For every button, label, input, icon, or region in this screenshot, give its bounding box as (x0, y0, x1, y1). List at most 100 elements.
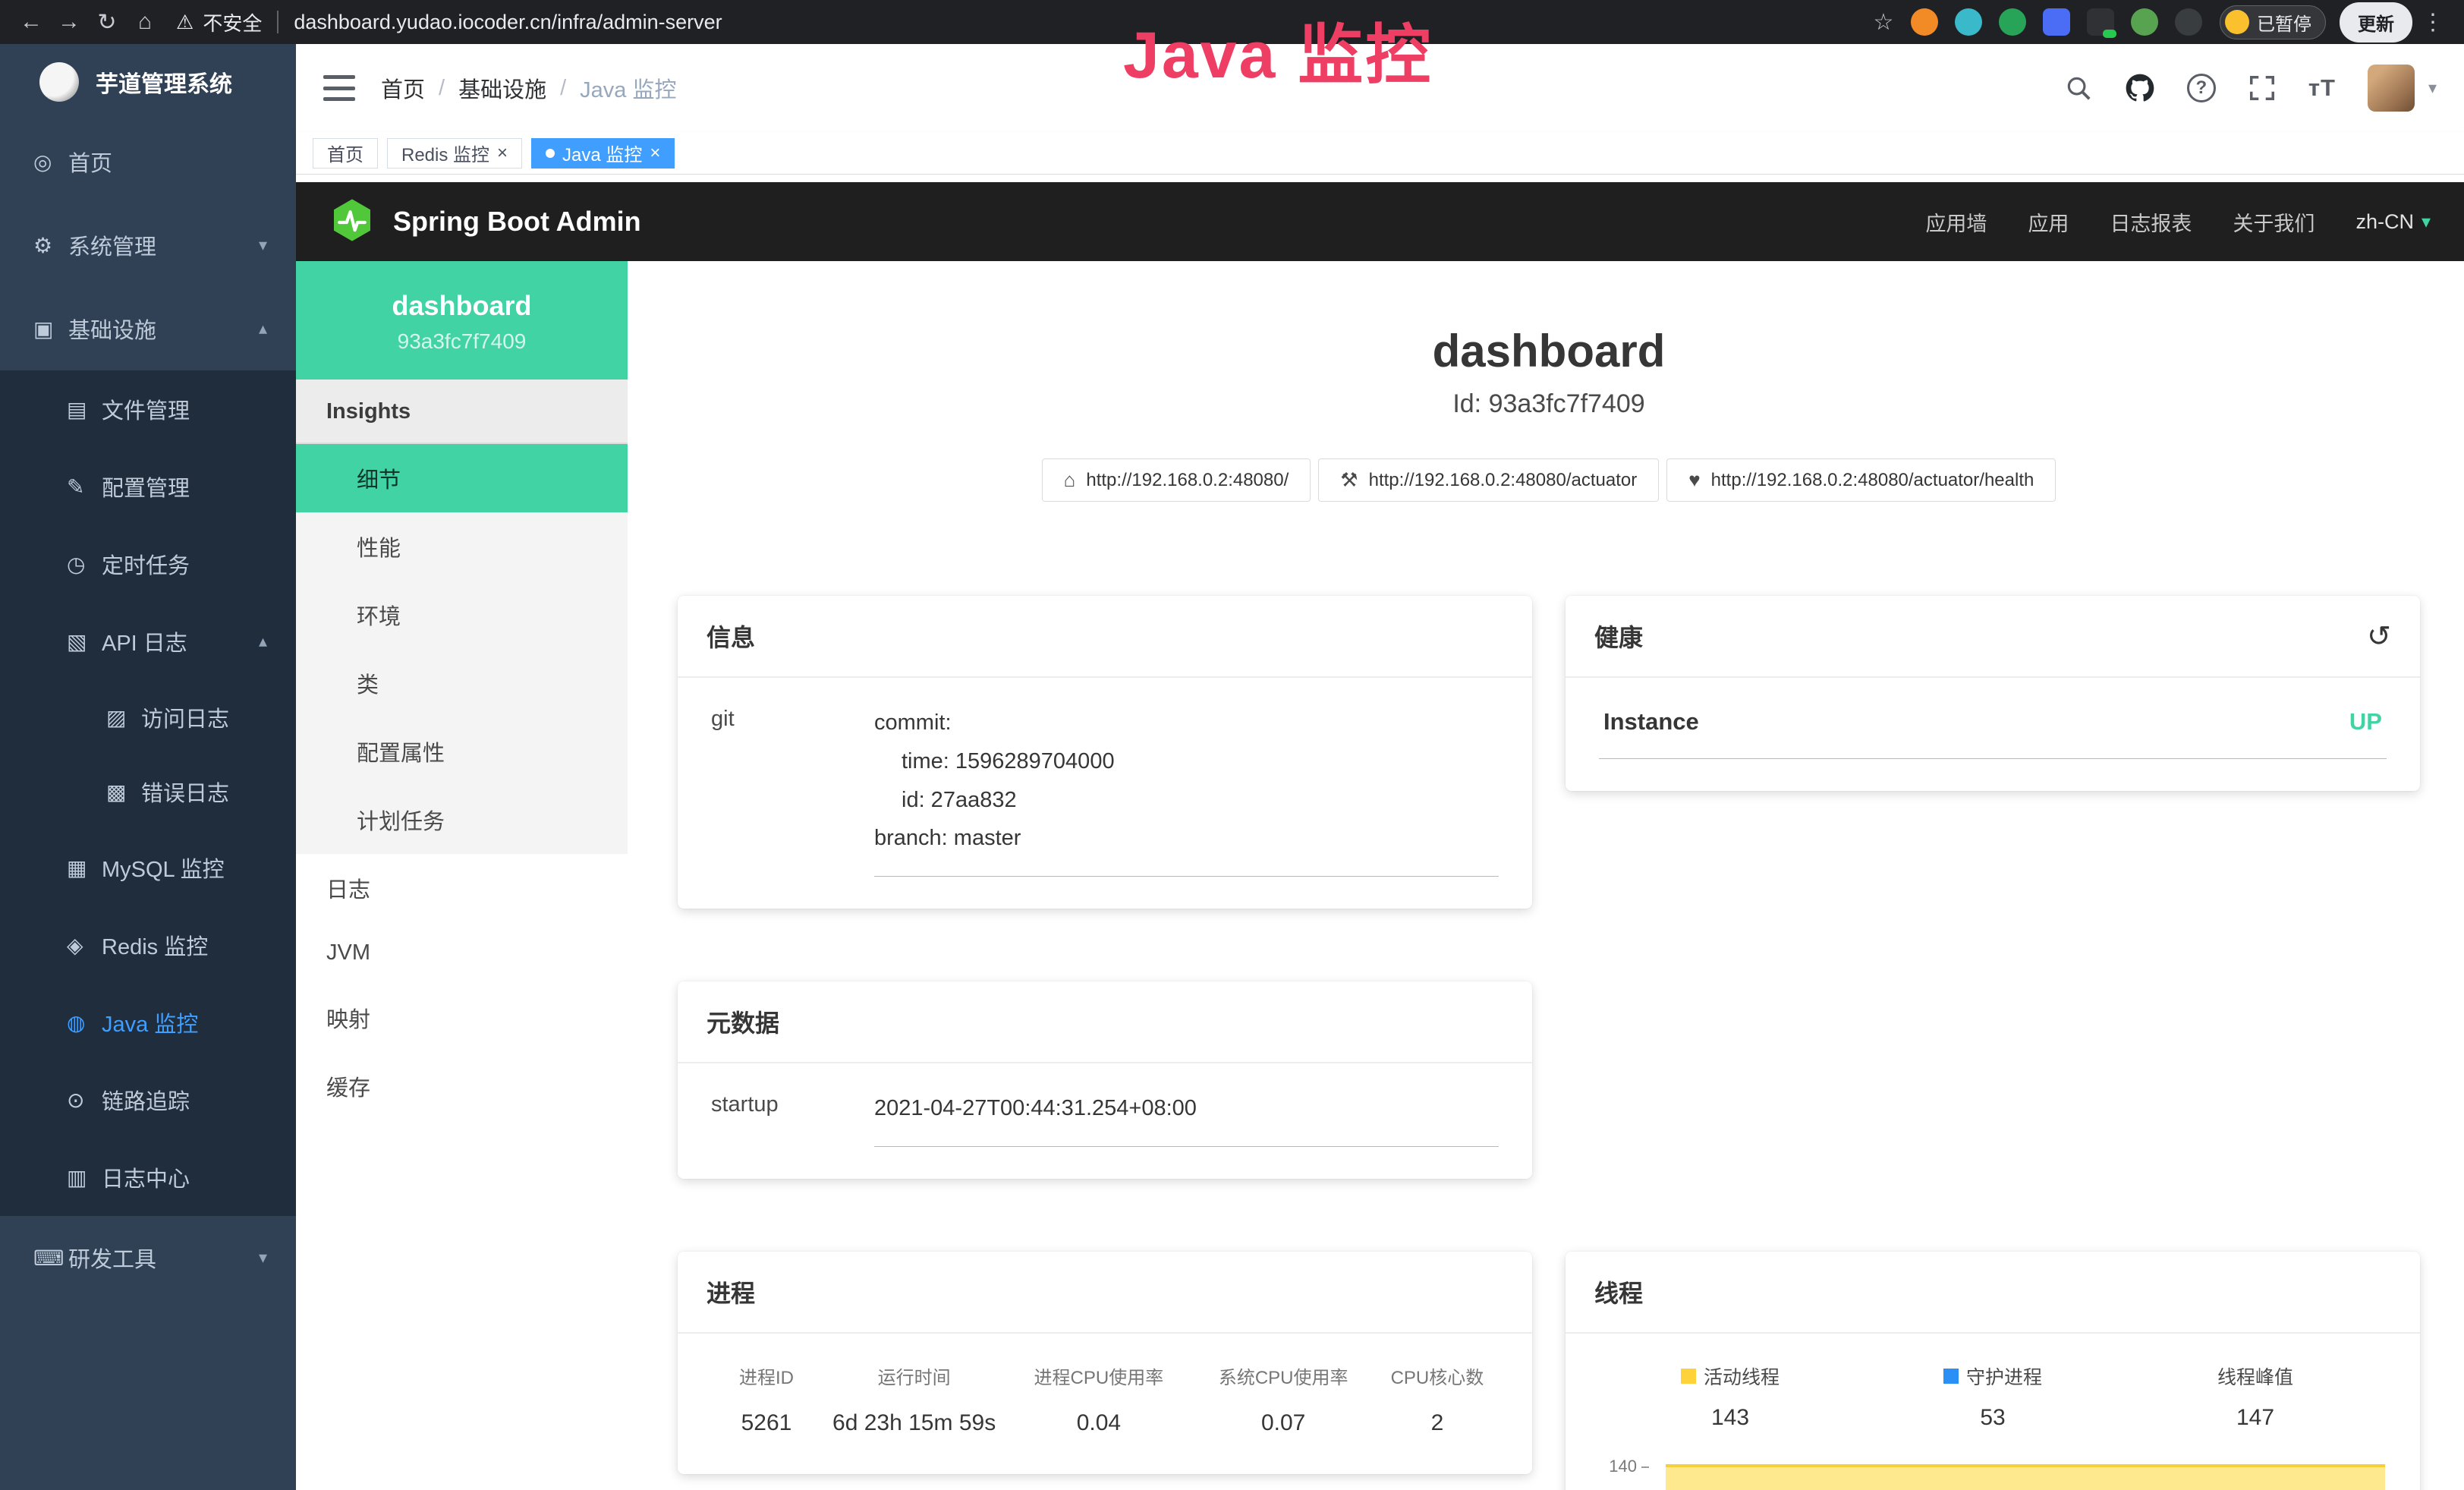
breadcrumb: 首页 / 基础设施 / Java 监控 (381, 72, 676, 104)
spring-boot-admin-logo (329, 197, 375, 247)
help-icon[interactable]: ? (2187, 74, 2216, 102)
process-col-header: CPU核心数 (1376, 1362, 1499, 1389)
process-table: 进程ID 运行时间 进程CPU使用率 系统CPU使用率 CPU核心数 5261 … (711, 1359, 1499, 1442)
health-instance-label: Instance (1603, 708, 1699, 736)
sidebar-item-infrastructure[interactable]: ▣ 基础设施 ▴ (0, 287, 296, 370)
sidenav-item-config-props[interactable]: 配置属性 (296, 717, 628, 786)
sidebar-item-label: 错误日志 (141, 776, 229, 808)
back-icon[interactable]: ← (14, 5, 49, 39)
infrastructure-icon: ▣ (33, 317, 68, 342)
history-icon[interactable]: ↺ (2367, 619, 2391, 654)
instance-id: 93a3fc7f7409 (304, 329, 620, 354)
sidenav-item-classes[interactable]: 类 (296, 649, 628, 717)
breadcrumb-infrastructure[interactable]: 基础设施 (458, 72, 546, 104)
close-icon[interactable]: × (497, 143, 508, 164)
bookmark-star-icon[interactable]: ☆ (1866, 5, 1901, 39)
github-icon[interactable] (2125, 73, 2155, 103)
sidebar-item-system-mgmt[interactable]: ⚙ 系统管理 ▾ (0, 203, 296, 287)
sidebar-item-mysql-monitor[interactable]: ▦ MySQL 监控 (0, 829, 296, 906)
sba-navbar: Spring Boot Admin 应用墙 应用 日志报表 关于我们 zh-CN… (296, 182, 2464, 261)
annotation-java-monitor: Java 监控 (1123, 2, 1433, 96)
close-icon[interactable]: × (650, 143, 660, 164)
browser-home-icon[interactable]: ⌂ (127, 5, 162, 39)
sba-nav-about[interactable]: 关于我们 (2233, 207, 2315, 237)
extension-icon[interactable] (2043, 8, 2070, 36)
trace-icon: ⊙ (67, 1088, 102, 1113)
java-icon: ◍ (67, 1010, 102, 1035)
threads-area-series (1666, 1464, 2385, 1490)
extension-icon[interactable] (2131, 8, 2158, 36)
sidenav-item-performance[interactable]: 性能 (296, 512, 628, 581)
locale-select[interactable]: zh-CN ▾ (2355, 210, 2431, 234)
sidenav-item-jvm[interactable]: JVM (296, 922, 628, 984)
extension-icon[interactable] (1999, 8, 2026, 36)
sidenav-group-insights: Insights (296, 380, 628, 444)
sidenav-item-details[interactable]: 细节 (296, 444, 628, 512)
sidebar-item-trace[interactable]: ⊙ 链路追踪 (0, 1061, 296, 1139)
sidebar-item-label: Java 监控 (102, 1006, 198, 1038)
instance-links: ⌂ http://192.168.0.2:48080/ ⚒ http://192… (678, 458, 2420, 502)
sidebar-item-config-mgmt[interactable]: ✎ 配置管理 (0, 448, 296, 525)
sidebar-item-scheduled-jobs[interactable]: ◷ 定时任务 (0, 525, 296, 603)
sidenav-item-scheduled-tasks[interactable]: 计划任务 (296, 786, 628, 854)
sba-nav-wall[interactable]: 应用墙 (1925, 207, 1987, 237)
app-menu: ◎ 首页 ⚙ 系统管理 ▾ ▣ 基础设施 ▴ ▤ 文件管理 ✎ 配置管理 (0, 120, 296, 1299)
font-size-icon[interactable]: тT (2308, 74, 2336, 102)
edit-icon: ✎ (67, 474, 102, 499)
fullscreen-icon[interactable] (2248, 74, 2277, 102)
forward-icon[interactable]: → (52, 5, 87, 39)
health-url-link[interactable]: ♥ http://192.168.0.2:48080/actuator/heal… (1666, 458, 2056, 502)
sidebar-item-dev-tools[interactable]: ⌨ 研发工具 ▾ (0, 1216, 296, 1299)
update-button[interactable]: 更新 (2340, 2, 2412, 43)
tools-icon: ⌨ (33, 1246, 68, 1271)
sidenav-item-mappings[interactable]: 映射 (296, 984, 628, 1052)
y-axis-tick: 140 (1599, 1457, 1649, 1476)
instance-title: dashboard (678, 325, 2420, 377)
breadcrumb-home[interactable]: 首页 (381, 72, 425, 104)
process-col-header: 运行时间 (822, 1362, 1006, 1389)
extension-icon[interactable] (2175, 8, 2202, 36)
sidebar-item-log-center[interactable]: ▥ 日志中心 (0, 1139, 296, 1216)
sidebar-item-redis-monitor[interactable]: ◈ Redis 监控 (0, 906, 296, 984)
sidebar-item-access-logs[interactable]: ▨ 访问日志 (0, 680, 296, 754)
sidebar-item-file-mgmt[interactable]: ▤ 文件管理 (0, 370, 296, 448)
tab-java-monitor[interactable]: Java 监控 × (531, 138, 675, 169)
address-bar[interactable]: ⚠ 不安全 dashboard.yudao.iocoder.cn/infra/a… (176, 8, 1863, 36)
sba-nav-journal[interactable]: 日志报表 (2110, 207, 2192, 237)
app-sidebar: 芋道管理系统 ◎ 首页 ⚙ 系统管理 ▾ ▣ 基础设施 ▴ ▤ 文件管理 ✎ (0, 44, 296, 1490)
card-title: 信息 (706, 619, 755, 654)
search-icon[interactable] (2064, 74, 2093, 102)
sidebar-item-error-logs[interactable]: ▩ 错误日志 (0, 754, 296, 829)
speedometer-icon: ◎ (33, 150, 68, 175)
sidebar-item-label: API 日志 (102, 625, 187, 657)
sidenav-item-environment[interactable]: 环境 (296, 581, 628, 649)
wrench-icon: ⚒ (1340, 468, 1358, 492)
extension-icon[interactable] (2087, 8, 2114, 36)
extension-icon[interactable] (1911, 8, 1938, 36)
hamburger-icon[interactable] (323, 75, 355, 101)
sba-main: dashboard Id: 93a3fc7f7409 ⌂ http://192.… (628, 261, 2464, 1490)
service-url-text: http://192.168.0.2:48080/ (1086, 470, 1289, 491)
reload-icon[interactable]: ↻ (90, 5, 124, 39)
sidebar-item-java-monitor[interactable]: ◍ Java 监控 (0, 984, 296, 1061)
app-logo[interactable]: 芋道管理系统 (0, 44, 296, 120)
card-title: 健康 (1594, 619, 1643, 654)
sidenav-item-caches[interactable]: 缓存 (296, 1052, 628, 1120)
kebab-menu-icon[interactable]: ⋮ (2415, 5, 2450, 39)
actuator-url-link[interactable]: ⚒ http://192.168.0.2:48080/actuator (1318, 458, 1659, 502)
process-col-header: 系统CPU使用率 (1191, 1362, 1376, 1389)
instance-header: dashboard 93a3fc7f7409 (296, 261, 628, 380)
access-log-icon: ▨ (106, 705, 141, 730)
user-avatar[interactable] (2368, 65, 2415, 112)
service-url-link[interactable]: ⌂ http://192.168.0.2:48080/ (1042, 458, 1311, 502)
sidenav-item-logs[interactable]: 日志 (296, 854, 628, 922)
extension-icon[interactable] (1955, 8, 1982, 36)
tab-home[interactable]: 首页 (313, 138, 378, 169)
sidebar-item-api-logs[interactable]: ▧ API 日志 ▴ (0, 603, 296, 680)
sba-nav-applications[interactable]: 应用 (2028, 207, 2069, 237)
process-cpu-value: 0.04 (1006, 1410, 1191, 1436)
profile-paused-badge[interactable]: 已暂停 (2220, 5, 2326, 39)
breadcrumb-separator: / (560, 76, 566, 101)
tab-redis-monitor[interactable]: Redis 监控 × (387, 138, 522, 169)
sidebar-item-dashboard[interactable]: ◎ 首页 (0, 120, 296, 203)
